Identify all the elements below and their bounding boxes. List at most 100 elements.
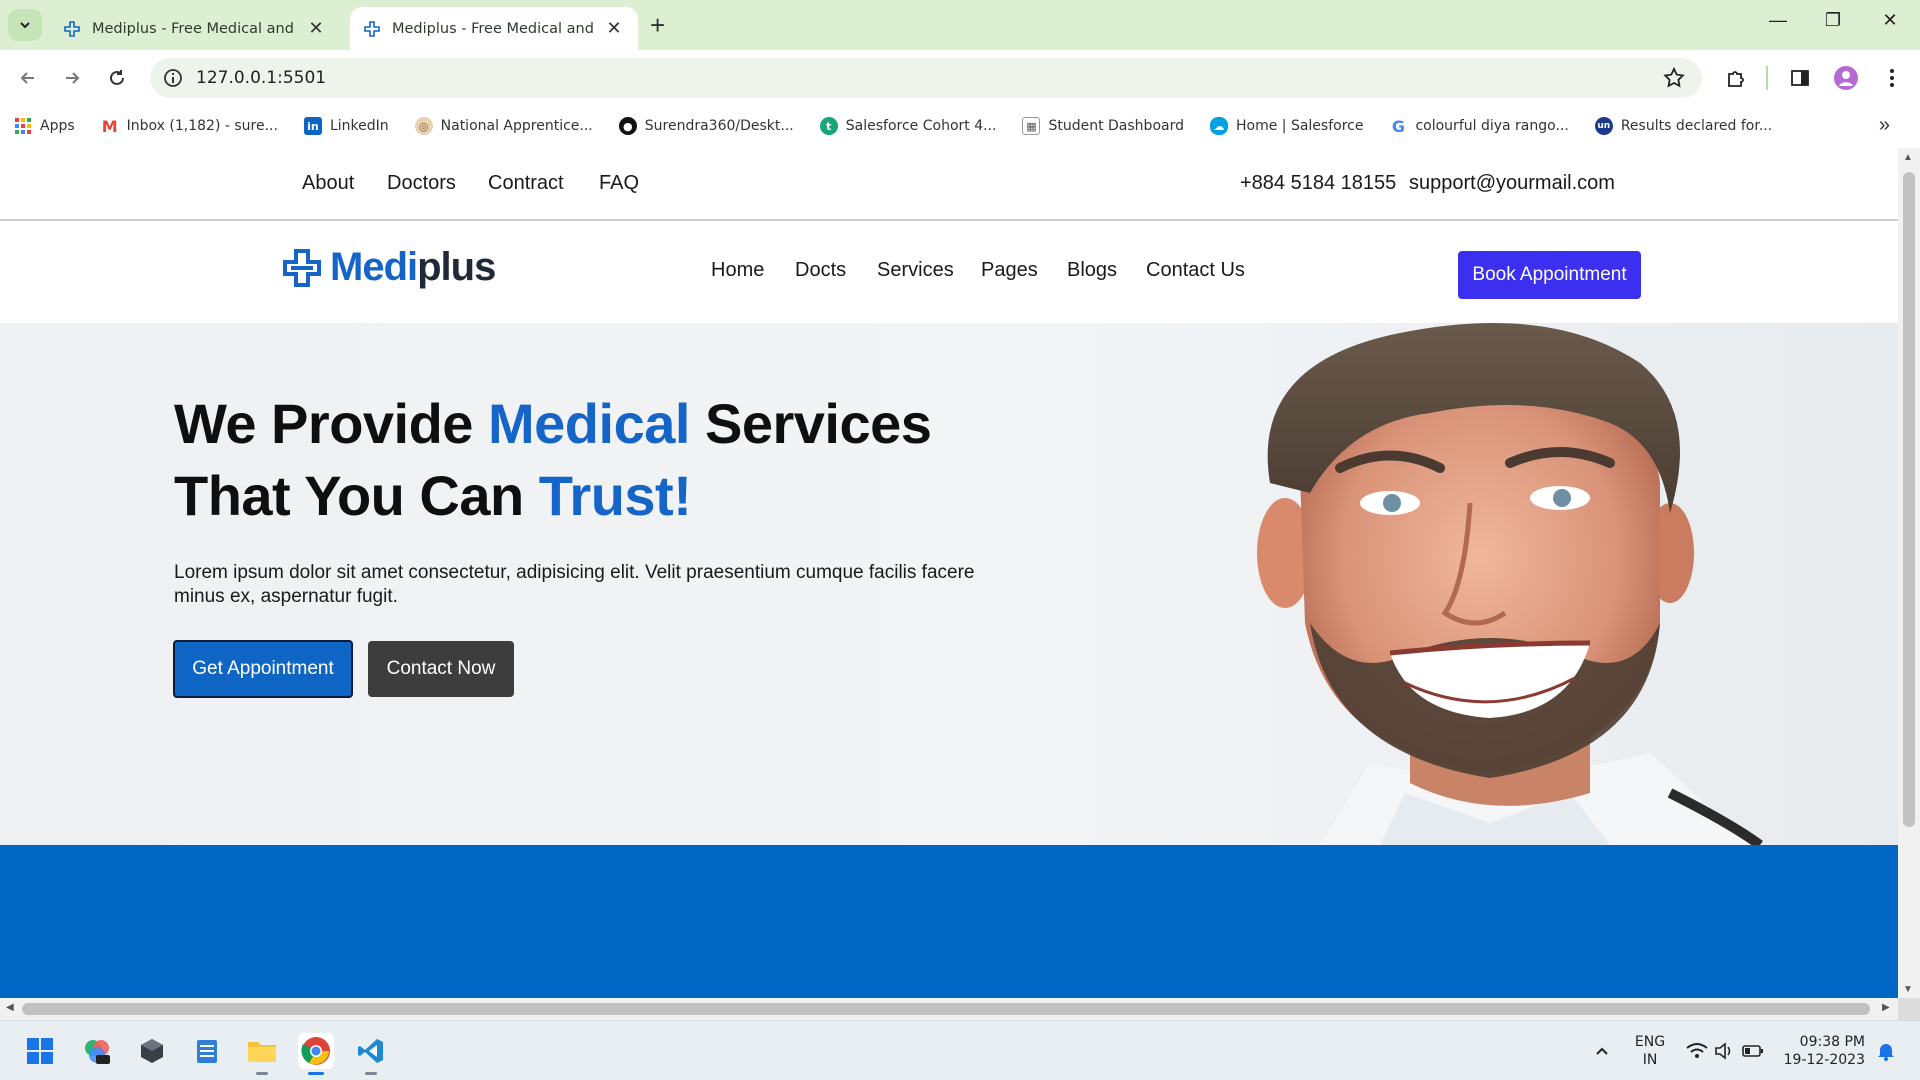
restore-icon[interactable]: ❐ — [1813, 10, 1853, 31]
support-email[interactable]: support@yourmail.com — [1409, 172, 1615, 195]
nav-home[interactable]: Home — [711, 259, 764, 282]
bookmark-label: LinkedIn — [329, 118, 389, 134]
bookmarks-bar: Apps M Inbox (1,182) - sure... in Linked… — [0, 106, 1920, 146]
bell-icon — [1878, 1044, 1894, 1061]
salesforce-trail-icon: t — [819, 117, 838, 135]
minimize-icon[interactable]: — — [1758, 10, 1798, 31]
show-hidden-icons-button[interactable] — [1584, 1033, 1620, 1069]
google-icon: G — [1391, 116, 1406, 136]
bookmark-salesforce-home[interactable]: ☁ Home | Salesforce — [1209, 117, 1363, 135]
logo-text: Mediplus — [330, 245, 496, 290]
hero-heading-part: Services — [689, 392, 932, 455]
tab-search-button[interactable] — [8, 9, 42, 41]
nav-pages[interactable]: Pages — [981, 259, 1038, 282]
contact-now-button[interactable]: Contact Now — [368, 641, 514, 697]
extensions-button[interactable] — [1722, 64, 1750, 92]
nav-docts[interactable]: Docts — [795, 259, 846, 282]
side-panel-icon — [1791, 70, 1809, 86]
volume-icon — [1715, 1042, 1731, 1060]
system-clock[interactable]: 09:38 PM 19-12-2023 — [1775, 1033, 1865, 1069]
vscode-icon — [358, 1039, 383, 1063]
mediplus-favicon-icon — [64, 20, 80, 37]
vertical-scroll-thumb[interactable] — [1903, 172, 1915, 827]
notifications-button[interactable] — [1868, 1033, 1904, 1069]
toplink-faq[interactable]: FAQ — [599, 172, 639, 195]
vertical-scrollbar[interactable]: ▲ ▼ — [1898, 148, 1920, 998]
more-bookmarks-icon[interactable]: » — [1879, 114, 1890, 137]
vscode-app[interactable] — [353, 1033, 389, 1075]
close-tab-icon[interactable]: ✕ — [604, 18, 624, 39]
browser-tab-2[interactable]: Mediplus - Free Medical and Do ✕ — [350, 7, 638, 50]
hero-heading-part: We Provide — [174, 392, 489, 455]
site-logo[interactable]: Mediplus — [282, 245, 496, 290]
clock-date: 19-12-2023 — [1783, 1052, 1865, 1068]
reload-button[interactable] — [103, 64, 131, 92]
back-button[interactable] — [14, 64, 42, 92]
profile-avatar[interactable] — [1832, 64, 1860, 92]
logo-text-medi: Medi — [330, 245, 418, 289]
bookmark-label: Inbox (1,182) - sure... — [126, 118, 278, 134]
toplink-about[interactable]: About — [302, 172, 354, 195]
bookmark-apprentice[interactable]: ◎ National Apprentice... — [414, 117, 593, 135]
bookmark-gmail[interactable]: M Inbox (1,182) - sure... — [101, 117, 278, 136]
forward-button[interactable] — [58, 64, 86, 92]
feature-band — [0, 845, 1898, 998]
tab-strip: Mediplus - Free Medical and Do ✕ Mediplu… — [0, 0, 1920, 50]
app-cube[interactable] — [134, 1033, 170, 1069]
new-tab-button[interactable]: + — [650, 12, 665, 38]
site-info-icon[interactable] — [162, 67, 184, 89]
bookmark-google[interactable]: G colourful diya rango... — [1389, 116, 1569, 136]
side-panel-button[interactable] — [1786, 64, 1814, 92]
hero-heading-part: That You Can — [174, 464, 539, 527]
logo-text-plus: plus — [417, 245, 496, 289]
bookmark-label: colourful diya rango... — [1415, 118, 1569, 134]
system-tray-status[interactable] — [1680, 1033, 1770, 1069]
page-viewport: About Doctors Contract FAQ +884 5184 181… — [0, 148, 1898, 998]
url-text[interactable]: 127.0.0.1:5501 — [196, 68, 326, 88]
bookmark-github[interactable]: ● Surendra360/Deskt... — [618, 117, 794, 135]
nav-contact-us[interactable]: Contact Us — [1146, 259, 1245, 282]
arrow-right-icon — [66, 72, 80, 84]
copilot-app[interactable] — [79, 1033, 115, 1069]
nav-blogs[interactable]: Blogs — [1067, 259, 1117, 282]
close-tab-icon[interactable]: ✕ — [306, 18, 326, 39]
browser-toolbar: 127.0.0.1:5501 — [0, 50, 1920, 106]
top-info-bar: About Doctors Contract FAQ +884 5184 181… — [0, 148, 1898, 221]
chrome-app[interactable] — [298, 1033, 334, 1075]
bookmark-student-dashboard[interactable]: ▦ Student Dashboard — [1022, 117, 1184, 135]
horizontal-scrollbar[interactable]: ◀ ▶ — [0, 998, 1898, 1020]
nav-services[interactable]: Services — [877, 259, 954, 282]
arrow-left-icon — [20, 72, 34, 84]
toplink-contract[interactable]: Contract — [488, 172, 564, 195]
bookmark-label: Results declared for... — [1620, 118, 1773, 134]
bookmark-star-icon[interactable] — [1662, 66, 1686, 90]
hero-heading-accent: Trust! — [538, 464, 692, 527]
bookmark-linkedin[interactable]: in LinkedIn — [303, 117, 389, 135]
notepad-icon — [197, 1040, 217, 1063]
get-appointment-button[interactable]: Get Appointment — [173, 640, 353, 698]
address-bar[interactable]: 127.0.0.1:5501 — [150, 58, 1702, 98]
close-window-icon[interactable]: ✕ — [1870, 10, 1910, 31]
phone-number[interactable]: +884 5184 18155 — [1240, 172, 1396, 195]
input-language-indicator[interactable]: ENG IN — [1630, 1033, 1670, 1069]
bookmark-results[interactable]: un Results declared for... — [1594, 117, 1773, 135]
wifi-icon — [1686, 1043, 1708, 1058]
battery-icon — [1742, 1045, 1763, 1057]
book-appointment-button[interactable]: Book Appointment — [1458, 251, 1641, 299]
scrollbar-corner — [1898, 998, 1920, 1020]
bookmark-salesforce-cohort[interactable]: t Salesforce Cohort 4... — [819, 117, 996, 135]
browser-menu-button[interactable] — [1878, 64, 1906, 92]
hero-section: We Provide Medical Services That You Can… — [0, 323, 1898, 845]
emblem-icon: ◎ — [414, 117, 433, 135]
mediplus-favicon-icon — [364, 20, 380, 37]
browser-tab-1[interactable]: Mediplus - Free Medical and Do ✕ — [50, 7, 340, 50]
toplink-doctors[interactable]: Doctors — [387, 172, 456, 195]
bookmark-apps[interactable]: Apps — [14, 117, 75, 135]
kebab-menu-icon — [1890, 69, 1894, 87]
notepad-app[interactable] — [189, 1033, 225, 1069]
file-explorer-app[interactable] — [244, 1033, 280, 1075]
horizontal-scroll-thumb[interactable] — [22, 1003, 1870, 1015]
folder-icon — [248, 1042, 276, 1062]
start-button[interactable] — [22, 1033, 58, 1069]
language-code: ENG — [1634, 1034, 1666, 1050]
